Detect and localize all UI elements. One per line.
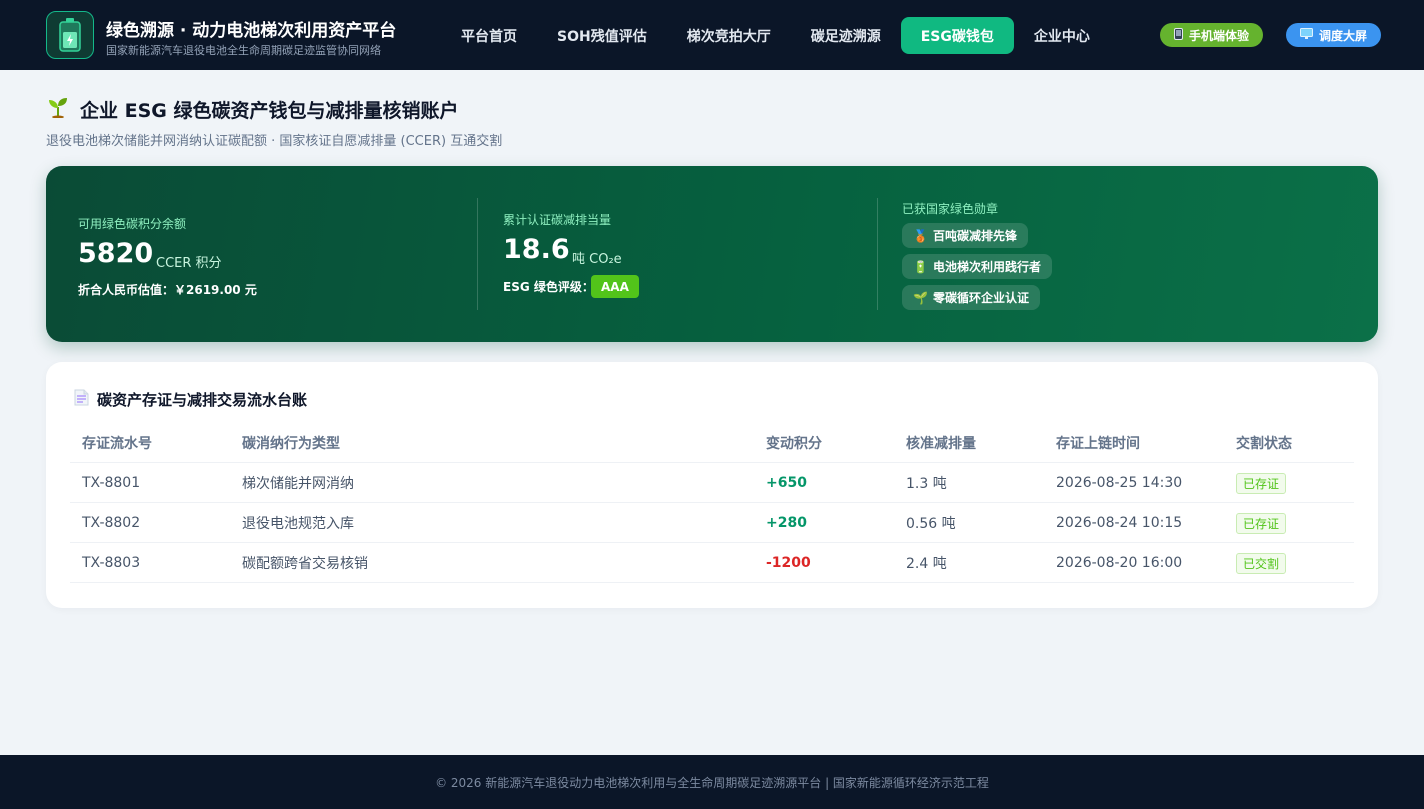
esg-rating-badge: AAA — [591, 275, 639, 298]
footer: © 2026 新能源汽车退役动力电池梯次利用与全生命周期碳足迹溯源平台 | 国家… — [0, 755, 1424, 809]
battery-icon: 🔋 — [913, 259, 928, 274]
table-row[interactable]: TX-8803 碳配额跨省交易核销 -1200 2.4 吨 2026-08-20… — [70, 543, 1354, 583]
medal-badge[interactable]: 🔋 电池梯次利用践行者 — [902, 254, 1052, 279]
status-badge: 已交割 — [1236, 552, 1287, 574]
tx-time: 2026-08-24 10:15 — [1056, 515, 1183, 531]
brand-subtitle: 国家新能源汽车退役电池全生命周期碳足迹监管协同网络 — [106, 44, 381, 57]
table-row[interactable]: TX-8801 梯次储能并网消纳 +650 1.3 吨 2026-08-25 1… — [70, 463, 1354, 503]
brand-title: 绿色溯源 · 动力电池梯次利用资产平台 — [106, 21, 397, 41]
table-header-row: 存证流水号 碳消纳行为类型 变动积分 核准减排量 存证上链时间 交割状态 — [70, 423, 1354, 463]
monitor-icon — [1300, 28, 1313, 42]
tx-points: +650 — [766, 475, 807, 491]
nav-soh-valuation[interactable]: SOH残值评估 — [537, 17, 667, 54]
column-header[interactable]: 存证上链时间 — [1056, 423, 1140, 463]
nav-home[interactable]: 平台首页 — [441, 17, 537, 54]
footer-text: © 2026 新能源汽车退役动力电池梯次利用与全生命周期碳足迹溯源平台 | 国家… — [435, 775, 989, 790]
top-navigation-bar: 绿色溯源 · 动力电池梯次利用资产平台 国家新能源汽车退役电池全生命周期碳足迹监… — [0, 0, 1424, 70]
tx-time: 2026-08-20 16:00 — [1056, 555, 1183, 571]
medal-label: 零碳循环企业认证 — [932, 291, 1029, 305]
tx-id: TX-8802 — [82, 515, 141, 531]
nav-carbon-trace[interactable]: 碳足迹溯源 — [791, 17, 901, 54]
tx-points: +280 — [766, 515, 807, 531]
reduction-value: 18.6 — [503, 234, 570, 265]
mobile-experience-label: 手机端体验 — [1189, 28, 1250, 43]
bronze-medal-icon: 🥉 — [913, 228, 928, 243]
ledger-title-text: 碳资产存证与减排交易流水台账 — [97, 391, 308, 409]
column-header[interactable]: 交割状态 — [1236, 423, 1292, 463]
page-title-text: 企业 ESG 绿色碳资产钱包与减排量核销账户 — [80, 100, 459, 122]
ledger-table: 存证流水号 碳消纳行为类型 变动积分 核准减排量 存证上链时间 交割状态 TX-… — [70, 423, 1354, 583]
medal-label: 百吨碳减排先锋 — [932, 229, 1017, 243]
medal-badge[interactable]: 🌱 零碳循环企业认证 — [902, 285, 1040, 310]
balance-value: 5820 — [78, 238, 154, 269]
battery-logo-icon[interactable] — [46, 11, 94, 59]
table-row[interactable]: TX-8802 退役电池规范入库 +280 0.56 吨 2026-08-24 … — [70, 503, 1354, 543]
wallet-divider — [877, 198, 878, 310]
tx-points: -1200 — [766, 555, 811, 571]
document-icon — [74, 389, 89, 410]
status-badge: 已存证 — [1236, 512, 1287, 534]
ledger-title: 碳资产存证与减排交易流水台账 — [74, 389, 307, 410]
column-header[interactable]: 存证流水号 — [82, 423, 152, 463]
tx-id: TX-8803 — [82, 555, 141, 571]
medal-label: 电池梯次利用践行者 — [932, 260, 1041, 274]
tx-reduction: 1.3 吨 — [906, 476, 947, 492]
column-header[interactable]: 碳消纳行为类型 — [242, 423, 340, 463]
nav-esg-wallet[interactable]: ESG碳钱包 — [900, 17, 1014, 54]
mobile-experience-button[interactable]: 手机端体验 — [1160, 23, 1264, 47]
status-badge: 已存证 — [1236, 472, 1287, 494]
tx-type: 退役电池规范入库 — [242, 516, 354, 532]
seedling-icon: 🌱 — [913, 290, 928, 305]
reduction-unit: 吨 CO₂e — [572, 252, 622, 267]
medals-label: 已获国家绿色勋章 — [902, 202, 999, 216]
tx-reduction: 0.56 吨 — [906, 516, 956, 532]
tx-time: 2026-08-25 14:30 — [1056, 475, 1183, 491]
rating-label: ESG 绿色评级： — [503, 280, 594, 294]
seedling-icon — [46, 96, 70, 123]
nav-enterprise-center[interactable]: 企业中心 — [1014, 17, 1110, 54]
page-subtitle: 退役电池梯次储能并网消纳认证碳配额 · 国家核证自愿减排量 (CCER) 互通交… — [46, 134, 503, 149]
tx-type: 碳配额跨省交易核销 — [242, 556, 368, 572]
tx-type: 梯次储能并网消纳 — [242, 476, 354, 492]
balance-unit: CCER 积分 — [156, 256, 222, 271]
phone-icon — [1174, 27, 1183, 43]
column-header[interactable]: 变动积分 — [766, 423, 822, 463]
main-nav: 平台首页 SOH残值评估 梯次竞拍大厅 碳足迹溯源 ESG碳钱包 企业中心 — [441, 17, 1110, 54]
tx-reduction: 2.4 吨 — [906, 556, 947, 572]
reduction-label: 累计认证碳减排当量 — [503, 213, 612, 227]
column-header[interactable]: 核准减排量 — [906, 423, 976, 463]
medal-badge[interactable]: 🥉 百吨碳减排先锋 — [902, 223, 1028, 248]
dispatch-screen-label: 调度大屏 — [1319, 28, 1368, 43]
dispatch-screen-button[interactable]: 调度大屏 — [1286, 23, 1382, 47]
rmb-estimate: 折合人民币估值：￥2619.00 元 — [78, 283, 257, 297]
nav-auction-hall[interactable]: 梯次竞拍大厅 — [667, 17, 791, 54]
esg-wallet-card: 可用绿色碳积分余额 5820 CCER 积分 折合人民币估值：￥2619.00 … — [46, 166, 1378, 342]
page-title: 企业 ESG 绿色碳资产钱包与减排量核销账户 — [46, 96, 459, 123]
wallet-divider — [477, 198, 478, 310]
tx-id: TX-8801 — [82, 475, 141, 491]
balance-label: 可用绿色碳积分余额 — [78, 217, 187, 231]
carbon-ledger-card: 碳资产存证与减排交易流水台账 存证流水号 碳消纳行为类型 变动积分 核准减排量 … — [46, 362, 1378, 608]
